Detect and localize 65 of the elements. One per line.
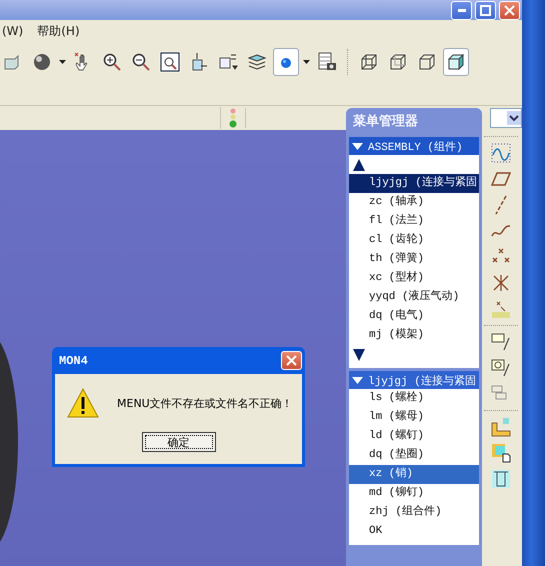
error-message: MENU文件不存在或文件名不正确！ bbox=[117, 396, 293, 410]
menu-item[interactable]: dq (电气) bbox=[349, 307, 479, 326]
menu-section-header[interactable]: ASSEMBLY (组件) bbox=[349, 137, 479, 155]
caret-icon bbox=[507, 111, 521, 125]
section-title: ljyjgj (连接与紧固 bbox=[368, 374, 476, 388]
nohidden-cube-icon bbox=[417, 52, 437, 72]
menu-item[interactable]: cl (齿轮) bbox=[349, 231, 479, 250]
menu-item[interactable]: zhj (组合件) bbox=[349, 503, 479, 522]
close-icon bbox=[286, 355, 297, 366]
symbol-icon[interactable] bbox=[491, 358, 511, 378]
warning-icon bbox=[67, 388, 99, 418]
zoom-out-icon bbox=[131, 52, 151, 72]
dialog-title: MON4 bbox=[59, 354, 88, 368]
menu-item[interactable]: ls (螺栓) bbox=[349, 389, 479, 408]
section-title: ASSEMBLY (组件) bbox=[368, 140, 463, 154]
maximize-icon bbox=[480, 4, 491, 16]
ok-button[interactable]: 确定 bbox=[142, 432, 216, 452]
saved-views-icon bbox=[317, 52, 337, 72]
menu-item[interactable]: fl (法兰) bbox=[349, 212, 479, 231]
hidden-cube-icon bbox=[388, 52, 408, 72]
caret-icon bbox=[59, 60, 66, 64]
filter-dropdown[interactable] bbox=[490, 108, 522, 128]
menu-item[interactable]: md (铆钉) bbox=[349, 484, 479, 503]
sketch-curve-icon[interactable] bbox=[491, 143, 511, 163]
collapse-icon bbox=[352, 142, 363, 150]
close-icon bbox=[504, 4, 515, 16]
scroll-up-icon[interactable] bbox=[352, 158, 366, 172]
menu-item[interactable]: th (弹簧) bbox=[349, 250, 479, 269]
wireframe-cube-icon bbox=[359, 52, 379, 72]
menu-item[interactable]: ljyjgj (连接与紧固 bbox=[349, 174, 479, 193]
menu-item[interactable]: yyqd (液压气动) bbox=[349, 288, 479, 307]
menu-item[interactable]: xc (型材) bbox=[349, 269, 479, 288]
toolbar-button[interactable] bbox=[443, 48, 469, 76]
collapse-icon bbox=[352, 376, 363, 384]
close-button[interactable] bbox=[499, 0, 520, 20]
traffic-light-icon bbox=[229, 108, 237, 128]
menu-item[interactable]: lm (螺母) bbox=[349, 408, 479, 427]
menu-item[interactable]: xz (销) bbox=[349, 465, 479, 484]
panel-title: 菜单管理器 bbox=[352, 113, 419, 131]
zoom-in-icon bbox=[102, 52, 122, 72]
sphere-icon bbox=[32, 52, 52, 72]
menu-item[interactable]: mj (模架) bbox=[349, 326, 479, 345]
menu-item[interactable]: 帮助(H) bbox=[37, 22, 80, 40]
menu-item[interactable]: (W) bbox=[2, 24, 24, 38]
component-create-icon[interactable] bbox=[491, 443, 511, 463]
maximize-button[interactable] bbox=[475, 0, 496, 20]
coordinate-system-icon[interactable] bbox=[491, 273, 511, 293]
menu-section-header[interactable]: ljyjgj (连接与紧固 bbox=[349, 371, 479, 389]
mold-icon[interactable] bbox=[491, 469, 511, 489]
layers-icon bbox=[247, 52, 267, 72]
note-icon[interactable] bbox=[491, 332, 511, 352]
zoom-fit-icon bbox=[160, 52, 180, 72]
menu-item[interactable]: OK bbox=[349, 522, 479, 541]
menu-item[interactable]: ld (螺钉) bbox=[349, 427, 479, 446]
close-button[interactable] bbox=[281, 351, 302, 370]
minimize-icon bbox=[458, 8, 466, 12]
analysis-icon[interactable] bbox=[491, 299, 511, 319]
menu-item[interactable]: zc (轴承) bbox=[349, 193, 479, 212]
menu-item[interactable]: dq (垫圈) bbox=[349, 446, 479, 465]
caret-icon bbox=[303, 60, 310, 64]
shaded-cube-icon bbox=[446, 52, 466, 72]
minimize-button[interactable] bbox=[451, 0, 472, 20]
component-place-icon[interactable] bbox=[491, 417, 511, 437]
scroll-down-icon[interactable] bbox=[352, 348, 366, 362]
annotation-icon bbox=[218, 52, 238, 72]
